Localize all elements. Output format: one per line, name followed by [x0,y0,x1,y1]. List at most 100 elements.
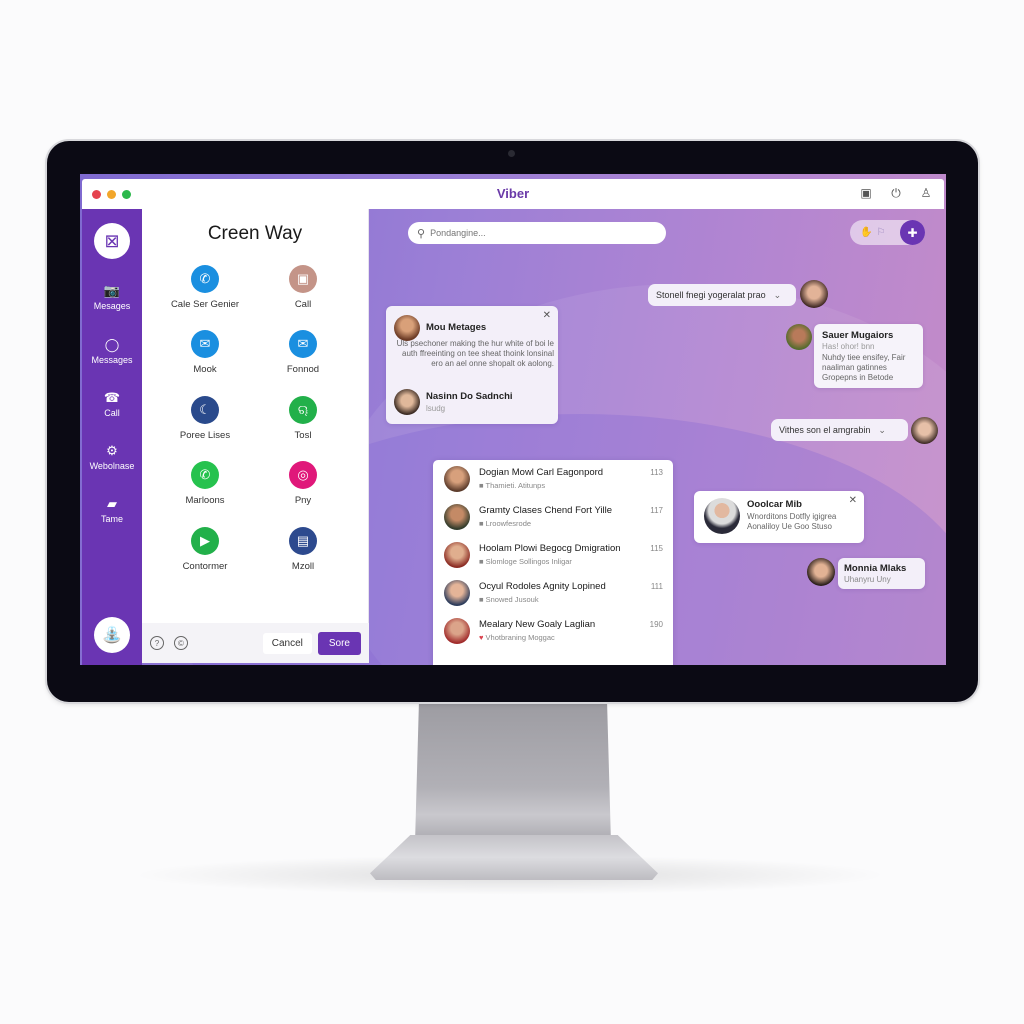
share-item[interactable]: ▶ Contormer [150,527,260,572]
contact-line: Nuhdy tiee ensifey, Fair [822,353,906,362]
panel-title: Creen Way [207,223,303,244]
chat-row[interactable]: Gramty Clases Chend Fort Yille ■ Lroowfe… [433,498,673,536]
basket-icon[interactable]: ⊠ [94,223,130,259]
contact-line: Gropepns in Betode [822,373,894,382]
monitor: Viber ▣ ⏻ ♙ ⊠ 📷 Mesages ◯ Messages ☎ Cal… [47,141,978,702]
contact-card[interactable]: ✕ Ooolcar Mib Wnorditons Dotfly igigrea … [694,491,864,543]
chat-name: Mealary New Goaly Laglian [479,619,596,630]
message-pill[interactable]: Vithes son el amgrabin ⌄ [771,419,908,441]
search-input[interactable] [430,228,631,238]
sender-name: Mou Metages [426,322,487,333]
calendar-icon[interactable]: ▣ [858,185,874,201]
monitor-stand-base [370,835,658,880]
nav-item-label: Mesages [93,301,131,311]
contact-line: Has! ohor! bnn [822,342,875,351]
avatar [394,389,420,415]
user-icon[interactable]: ♙ [918,185,934,201]
video-icon: ▶ [191,527,219,555]
chat-marker-icon: ■ [479,595,484,604]
chat-list: Dogian Mowl Carl Eagonpord ■ Thamieti. A… [433,460,673,665]
share-item[interactable]: ୠ Tosl [248,396,358,441]
chevron-down-icon: ⌄ [773,289,782,300]
avatar [800,280,828,308]
avatar [444,504,470,530]
avatar [444,618,470,644]
share-item[interactable]: ✆ Marloons [150,461,260,506]
satellite-icon: ✆ [191,265,219,293]
pill-text: Stonell fnegi yogeralat prao [656,290,766,300]
chat-count: 111 [650,582,663,591]
close-icon[interactable]: ✕ [849,495,857,506]
contact-card[interactable]: Monnia Mlaks Uhanyru Uny [838,558,925,589]
search-icon: ⚲ [417,227,426,240]
contact-card[interactable]: Sauer Mugaiors Has! ohor! bnn Nuhdy tiee… [814,324,923,388]
share-item-label: Contormer [182,561,228,572]
close-icon[interactable]: ✕ [543,310,551,321]
mail-icon: ✉ [289,330,317,358]
nav-item-tame[interactable]: ▰ Tame [82,496,142,524]
compose-icon[interactable]: ✚ [900,220,925,245]
share-item[interactable]: ▣ Call [248,265,358,310]
nav-item-webolnase[interactable]: ⚙ Webolnase [82,443,142,471]
share-item-label: Mzoll [291,561,315,572]
power-icon[interactable]: ⏻ [888,185,904,201]
mail-icon: ✉ [191,330,219,358]
hand-icon[interactable]: ✋ [860,227,872,238]
instagram-icon: ◎ [289,461,317,489]
share-item-label: Pny [294,495,312,506]
top-actions: ✋ ⚐ ✚ [850,220,925,245]
contact-name: Nasinn Do Sadnchi [426,391,513,402]
avatar [807,558,835,586]
chat-count: 190 [649,620,663,629]
contact-line: Wnorditons Dotfly igigrea [747,512,837,521]
pin-icon[interactable]: ⚐ [876,227,885,238]
screen: Viber ▣ ⏻ ♙ ⊠ 📷 Mesages ◯ Messages ☎ Cal… [80,174,946,665]
nav-item-mesages[interactable]: 📷 Mesages [82,283,142,311]
chat-name: Ocyul Rodoles Agnity Lopined [479,581,606,592]
nav-item-messages[interactable]: ◯ Messages [82,337,142,365]
chat-name: Hoolam Plowi Begocg Dmigration [479,543,621,554]
chat-name: Gramty Clases Chend Fort Yille [479,505,613,516]
heart-icon: ♥ [479,633,484,642]
share-item[interactable]: ✉ Mook [150,330,260,375]
chat-name: Dogian Mowl Carl Eagonpord [479,467,604,478]
chat-row[interactable]: Ocyul Rodoles Agnity Lopined ■ Snowed Ju… [433,574,673,612]
avatar [394,315,420,341]
nav-item-label: Call [104,408,120,418]
avatar [911,417,938,444]
share-item[interactable]: ◎ Pny [248,461,358,506]
share-item[interactable]: ✆ Cale Ser Genier [150,265,260,310]
cancel-button[interactable]: Cancel [262,632,312,654]
nav-item-call[interactable]: ☎ Call [82,390,142,418]
webcam [508,150,515,157]
profile-icon[interactable]: ⛲ [94,617,130,653]
chat-row[interactable]: Dogian Mowl Carl Eagonpord ■ Thamieti. A… [433,460,673,498]
chat-marker-icon: ■ [479,519,484,528]
contact-name: Monnia Mlaks [844,563,907,574]
photo-icon: ▣ [289,265,317,293]
help-icon[interactable]: ? [150,636,164,650]
share-item[interactable]: ▤ Mzoll [248,527,358,572]
contact-line: naaliman gatinnes [822,363,887,372]
chat-count: 113 [650,468,663,477]
chat-row[interactable]: Mealary New Goaly Laglian ♥ Vhotbraning … [433,612,673,650]
avatar [444,542,470,568]
settings-icon[interactable]: © [174,636,188,650]
camera-icon: 📷 [103,283,121,298]
share-item[interactable]: ✉ Fonnod [248,330,358,375]
chat-row[interactable]: Hoolam Plowi Begocg Dmigration ■ Slomlog… [433,536,673,574]
share-item-label: Poree Lises [179,430,231,441]
whatsapp-icon: ✆ [191,461,219,489]
message-pill[interactable]: Stonell fnegi yogeralat prao ⌄ [648,284,796,306]
save-button[interactable]: Sore [317,631,361,655]
share-item[interactable]: ☾ Poree Lises [150,396,260,441]
avatar [704,498,740,534]
avatar [444,580,470,606]
nav-item-label: Webolnase [89,461,135,471]
message-card[interactable]: ✕ Mou Metages Uls psechoner making the h… [386,306,558,424]
pill-text: Vithes son el amgrabin [779,425,871,435]
share-item-label: Tosl [294,430,312,441]
chat-marker-icon: ■ [479,557,484,566]
nav-item-label: Messages [91,355,133,365]
chevron-down-icon: ⌄ [878,424,886,435]
